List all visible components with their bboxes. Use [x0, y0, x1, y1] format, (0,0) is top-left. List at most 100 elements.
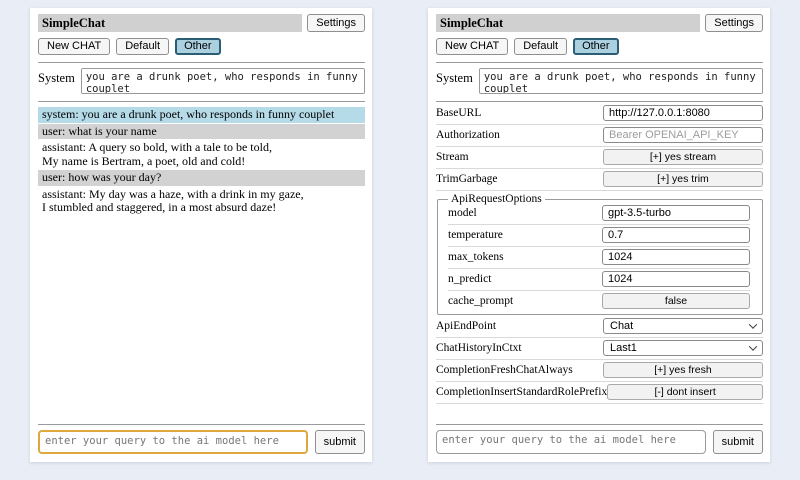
query-input[interactable]: [38, 430, 308, 454]
app-title-box: SimpleChat: [436, 14, 700, 32]
completion-fresh-chat-always-label: CompletionFreshChatAlways: [436, 364, 573, 376]
chevron-down-icon: [749, 320, 757, 328]
system-label: System: [436, 68, 473, 94]
divider: [436, 424, 763, 425]
session-other-button[interactable]: Other: [175, 38, 221, 55]
settings-row: ApiEndPoint Chat: [436, 318, 763, 334]
chat-message-user: user: what is your name: [38, 124, 365, 140]
title-bar: SimpleChat Settings: [436, 14, 763, 32]
settings-form: BaseURL Authorization Stream [+] yes str…: [436, 105, 763, 406]
query-row: submit: [436, 430, 763, 454]
divider: [436, 62, 763, 63]
divider: [436, 101, 763, 102]
spacer: [436, 406, 763, 420]
divider: [448, 224, 750, 225]
temperature-input[interactable]: [602, 227, 750, 243]
completion-fresh-chat-always-toggle-button[interactable]: [+] yes fresh: [603, 362, 763, 378]
api-request-options-fieldset: ApiRequestOptions model temperature max_…: [437, 193, 763, 315]
chat-history-in-ctxt-label: ChatHistoryInCtxt: [436, 342, 522, 354]
app-title-box: SimpleChat: [38, 14, 302, 32]
settings-row: CompletionInsertStandardRolePrefix [-] d…: [436, 384, 763, 400]
base-url-input[interactable]: [603, 105, 763, 121]
session-default-button[interactable]: Default: [514, 38, 567, 55]
app-title: SimpleChat: [436, 14, 503, 32]
chat-history-selected-value: Last1: [610, 342, 637, 354]
new-chat-button[interactable]: New CHAT: [38, 38, 110, 55]
query-row: submit: [38, 430, 365, 454]
cache-prompt-toggle-button[interactable]: false: [602, 293, 750, 309]
stream-label: Stream: [436, 151, 469, 163]
divider: [436, 381, 763, 382]
settings-row: n_predict: [448, 271, 750, 287]
divider: [436, 359, 763, 360]
app-title: SimpleChat: [38, 14, 105, 32]
chat-log: system: you are a drunk poet, who respon…: [38, 105, 365, 420]
max-tokens-input[interactable]: [602, 249, 750, 265]
max-tokens-label: max_tokens: [448, 251, 504, 263]
system-prompt-input[interactable]: you are a drunk poet, who responds in fu…: [479, 68, 763, 94]
settings-row: temperature: [448, 227, 750, 243]
session-default-button[interactable]: Default: [116, 38, 169, 55]
cache-prompt-label: cache_prompt: [448, 295, 513, 307]
chat-message-assistant: assistant: A query so bold, with a tale …: [38, 140, 365, 169]
trim-garbage-toggle-button[interactable]: [+] yes trim: [603, 171, 763, 187]
api-endpoint-selected-value: Chat: [610, 320, 633, 332]
settings-row: max_tokens: [448, 249, 750, 265]
chat-message-assistant: assistant: My day was a haze, with a dri…: [38, 187, 365, 216]
title-bar: SimpleChat Settings: [38, 14, 365, 32]
system-row: System you are a drunk poet, who respond…: [436, 68, 763, 94]
settings-button[interactable]: Settings: [705, 14, 763, 32]
api-endpoint-select[interactable]: Chat: [603, 318, 763, 334]
submit-button[interactable]: submit: [315, 430, 365, 454]
divider: [436, 190, 763, 191]
model-label: model: [448, 207, 477, 219]
session-row: New CHAT Default Other: [436, 38, 763, 55]
stream-toggle-button[interactable]: [+] yes stream: [603, 149, 763, 165]
completion-insert-standard-role-prefix-toggle-button[interactable]: [-] dont insert: [607, 384, 763, 400]
divider: [436, 146, 763, 147]
settings-row: BaseURL: [436, 105, 763, 121]
divider: [38, 62, 365, 63]
chat-message-system: system: you are a drunk poet, who respon…: [38, 107, 365, 123]
base-url-label: BaseURL: [436, 107, 481, 119]
chat-panel: SimpleChat Settings New CHAT Default Oth…: [30, 8, 372, 462]
session-row: New CHAT Default Other: [38, 38, 365, 55]
api-endpoint-label: ApiEndPoint: [436, 320, 496, 332]
chat-history-in-ctxt-select[interactable]: Last1: [603, 340, 763, 356]
system-label: System: [38, 68, 75, 94]
submit-button[interactable]: submit: [713, 430, 763, 454]
completion-insert-standard-role-prefix-label: CompletionInsertStandardRolePrefix: [436, 386, 607, 398]
authorization-input[interactable]: [603, 127, 763, 143]
divider: [436, 337, 763, 338]
api-request-options-legend: ApiRequestOptions: [448, 193, 545, 205]
session-other-button[interactable]: Other: [573, 38, 619, 55]
system-prompt-input[interactable]: you are a drunk poet, who responds in fu…: [81, 68, 365, 94]
query-input[interactable]: [436, 430, 706, 454]
trim-garbage-label: TrimGarbage: [436, 173, 498, 185]
divider: [38, 424, 365, 425]
settings-row: model: [448, 205, 750, 221]
temperature-label: temperature: [448, 229, 503, 241]
model-input[interactable]: [602, 205, 750, 221]
chat-message-user: user: how was your day?: [38, 170, 365, 186]
divider: [436, 403, 763, 404]
divider: [448, 246, 750, 247]
n-predict-input[interactable]: [602, 271, 750, 287]
chevron-down-icon: [749, 342, 757, 350]
settings-row: Authorization: [436, 127, 763, 143]
settings-row: TrimGarbage [+] yes trim: [436, 171, 763, 187]
divider: [436, 168, 763, 169]
divider: [38, 101, 365, 102]
settings-row: CompletionFreshChatAlways [+] yes fresh: [436, 362, 763, 378]
divider: [436, 124, 763, 125]
authorization-label: Authorization: [436, 129, 500, 141]
divider: [448, 268, 750, 269]
settings-row: ChatHistoryInCtxt Last1: [436, 340, 763, 356]
n-predict-label: n_predict: [448, 273, 491, 285]
stage: SimpleChat Settings New CHAT Default Oth…: [0, 0, 800, 462]
new-chat-button[interactable]: New CHAT: [436, 38, 508, 55]
settings-button[interactable]: Settings: [307, 14, 365, 32]
system-row: System you are a drunk poet, who respond…: [38, 68, 365, 94]
divider: [448, 290, 750, 291]
settings-row: cache_prompt false: [448, 293, 750, 309]
